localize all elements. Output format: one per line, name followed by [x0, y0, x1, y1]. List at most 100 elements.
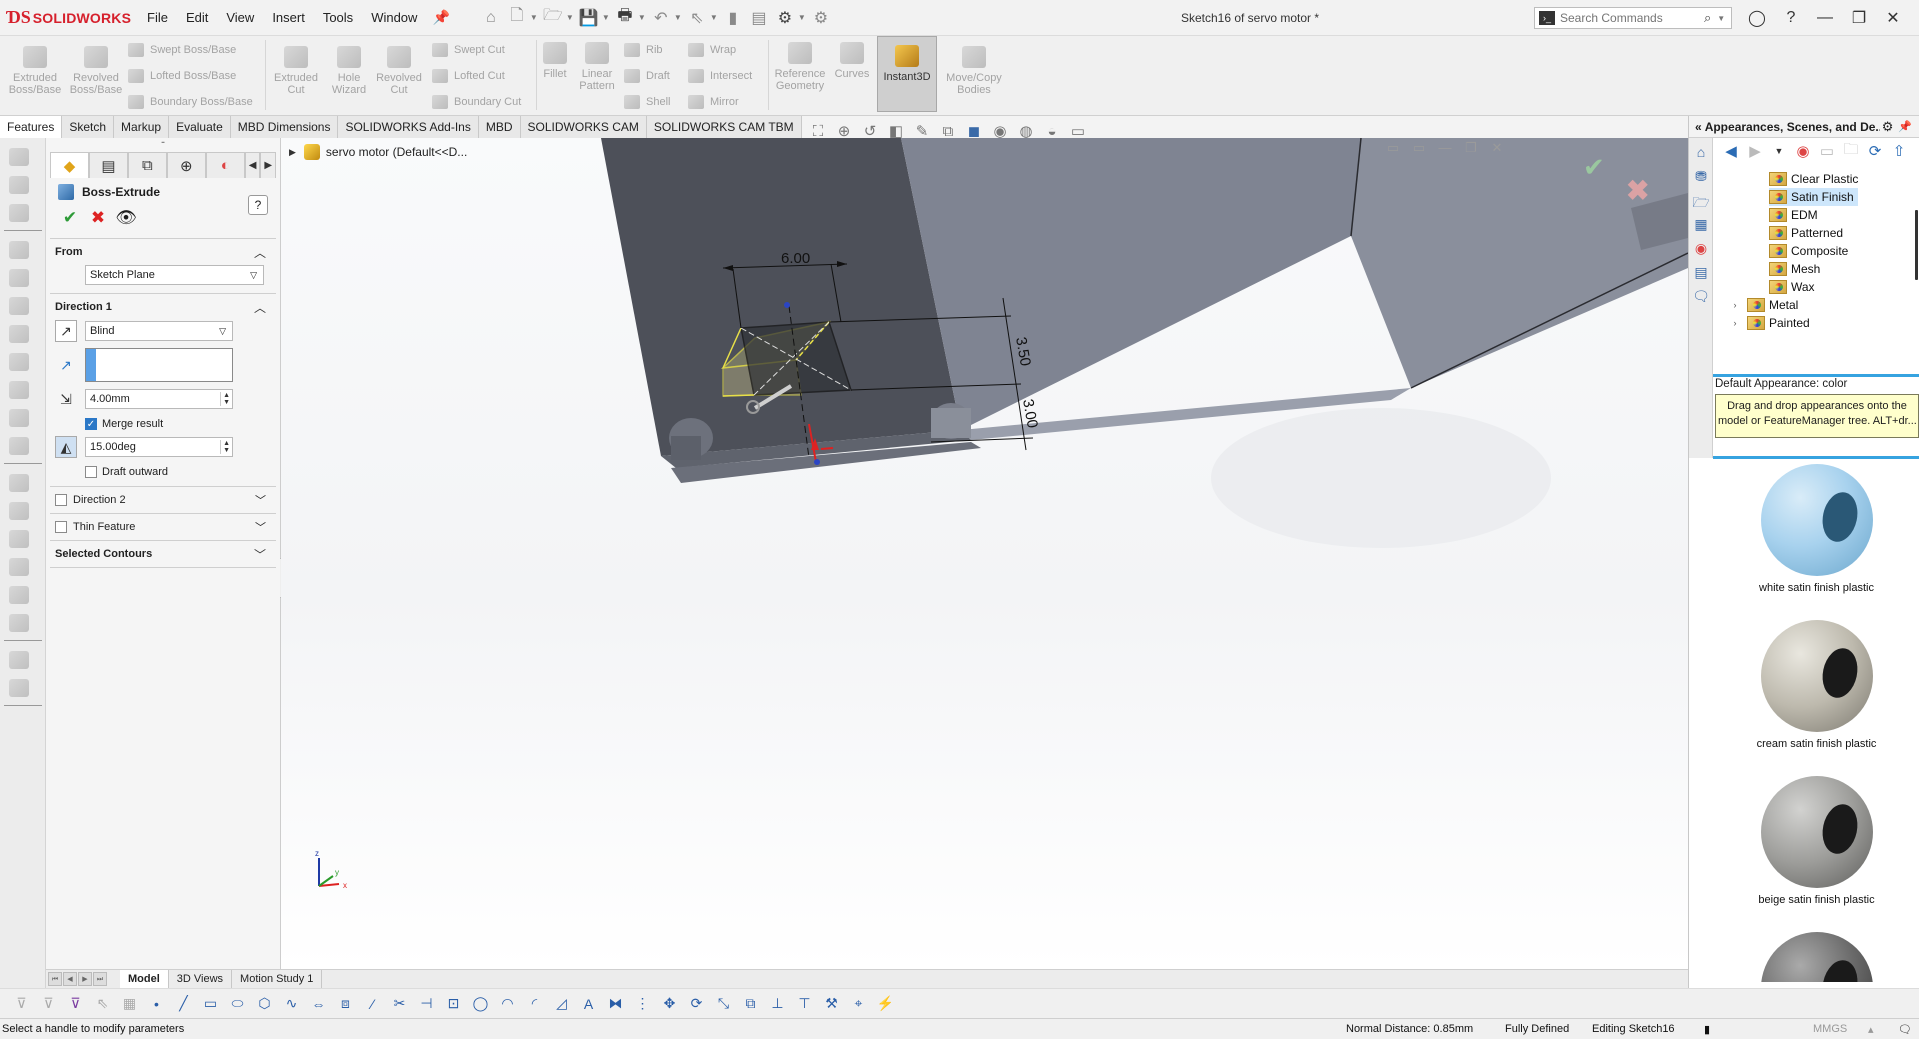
zoom-to-fit-icon[interactable]: ⛶ — [805, 123, 831, 140]
chat-icon[interactable]: 🗨 — [1898, 1023, 1912, 1036]
feature-tree-root[interactable]: ▶ servo motor (Default<<D... — [289, 144, 467, 160]
dim-width-label[interactable]: 6.00 — [781, 250, 810, 267]
convert-entities-icon[interactable]: ⊡ — [440, 994, 467, 1014]
menu-tools[interactable]: Tools — [314, 0, 362, 36]
repair-sketch-icon[interactable]: ⚒ — [818, 994, 845, 1014]
search-commands[interactable]: ›_ ⌕ ▼ — [1534, 7, 1732, 29]
mirror-strip-icon[interactable] — [9, 437, 29, 455]
new-document-icon[interactable]: 🗋 — [504, 5, 530, 31]
expand-arrow-icon[interactable]: › — [1729, 318, 1741, 328]
viewport-split-icon[interactable]: ▭ — [1380, 140, 1406, 156]
viewport-tile-icon[interactable]: ▭ — [1406, 140, 1432, 156]
swept-cut-button[interactable]: Swept Cut — [432, 40, 505, 60]
direction2-section[interactable]: Direction 2 ﹀ — [46, 487, 280, 513]
first-tab-icon[interactable]: ⏮ — [48, 972, 62, 986]
tab-markup[interactable]: Markup — [114, 116, 170, 138]
restore-button[interactable]: ❐ — [1842, 8, 1876, 28]
collapse-chevron-icon[interactable]: ︿ — [254, 299, 266, 316]
open-folder-icon[interactable]: 🗁 — [540, 5, 566, 31]
shell-button[interactable]: Shell — [624, 92, 670, 112]
wrap-strip-icon[interactable] — [9, 530, 29, 548]
forward-icon[interactable]: ▶ — [1743, 142, 1767, 160]
display-style-icon[interactable]: ◼ — [961, 122, 987, 140]
tree-scrollbar[interactable] — [1915, 210, 1918, 280]
direction2-checkbox[interactable] — [55, 494, 67, 506]
depth-spinner[interactable]: 4.00mm ▲ ▼ — [85, 389, 233, 409]
undo-icon[interactable]: ↶ — [648, 5, 674, 31]
draft-outward-checkbox[interactable]: Draft outward — [85, 466, 280, 478]
home-icon[interactable]: ⌂ — [478, 5, 504, 31]
view-palette-icon[interactable]: ▦ — [1692, 216, 1710, 234]
file-explorer-icon[interactable]: 🗁 — [1692, 192, 1710, 210]
solidworks-logo[interactable]: ƊS SOLIDWORKS — [0, 7, 138, 28]
options-gear-icon[interactable]: ⚙ — [772, 5, 798, 31]
search-input[interactable] — [1560, 11, 1700, 25]
arc-icon[interactable]: ◠ — [494, 994, 521, 1014]
intersect-strip-icon[interactable] — [9, 586, 29, 604]
close-button[interactable]: ✕ — [1876, 8, 1910, 28]
plane-strip-icon[interactable] — [9, 679, 29, 697]
extruded-boss-button[interactable]: Extruded Boss/Base — [8, 46, 62, 96]
configuration-manager-tab-icon[interactable]: ⧉ — [127, 152, 167, 178]
view-settings-icon[interactable]: ▭ — [1065, 122, 1091, 140]
polygon-icon[interactable]: ⬡ — [251, 994, 278, 1014]
tree-item-clear-plastic[interactable]: Clear Plastic — [1769, 170, 1858, 188]
swatch-partial[interactable] — [1713, 932, 1919, 982]
tab-mbd-dimensions[interactable]: MBD Dimensions — [230, 116, 339, 138]
draft-strip-icon[interactable] — [9, 474, 29, 492]
revolved-cut-button[interactable]: Revolved Cut — [374, 46, 424, 96]
rib-button[interactable]: Rib — [624, 40, 663, 60]
line-icon[interactable]: ╱ — [170, 994, 197, 1014]
confirm-corner-ok-icon[interactable]: ✔ — [1583, 152, 1605, 183]
display-manager-tab-icon[interactable]: ◐ — [205, 152, 245, 178]
units-display[interactable]: MMGS — [1813, 1023, 1847, 1035]
new-dropdown-icon[interactable]: ▼ — [530, 13, 540, 22]
sketch-icon[interactable]: ▦ — [116, 994, 143, 1014]
print-dropdown-icon[interactable]: ▼ — [638, 13, 648, 22]
expand-chevron-icon[interactable]: ﹀ — [255, 492, 266, 508]
confirm-corner-cancel-icon[interactable]: ✖ — [1626, 174, 1649, 207]
file-properties-icon[interactable]: ▤ — [746, 5, 772, 31]
checkbox-checked-icon[interactable]: ✓ — [85, 418, 97, 430]
panel-divider[interactable] — [1713, 374, 1919, 377]
open-dropdown-icon[interactable]: ▼ — [566, 13, 576, 22]
display-relations-icon[interactable]: ⊥ — [764, 994, 791, 1014]
tab-model[interactable]: Model — [120, 970, 169, 988]
tree-item-wax[interactable]: Wax — [1769, 278, 1815, 296]
end-condition-select[interactable]: Blind ▽ — [85, 321, 233, 341]
select-arrow-icon[interactable]: ⇖ — [684, 5, 710, 31]
from-section-header[interactable]: From ︿ — [46, 239, 280, 265]
prev-tab-icon[interactable]: ◀ — [63, 972, 77, 986]
lofted-cut-button[interactable]: Lofted Cut — [432, 66, 505, 86]
tree-item-painted[interactable]: › Painted — [1729, 314, 1810, 332]
quick-snaps-icon[interactable]: ⌖ — [845, 994, 872, 1014]
expand-chevron-icon[interactable]: ﹀ — [254, 546, 266, 563]
from-select[interactable]: Sketch Plane ▽ — [85, 265, 264, 285]
history-dropdown-icon[interactable]: ▼ — [1767, 146, 1791, 156]
fillet-button[interactable]: Fillet — [540, 42, 570, 80]
filter-icon[interactable]: ⊽ — [8, 994, 35, 1014]
tree-item-satin-finish[interactable]: Satin Finish — [1769, 188, 1858, 206]
last-tab-icon[interactable]: ⏭ — [93, 972, 107, 986]
swept-boss-button[interactable]: Swept Boss/Base — [128, 40, 236, 60]
rapid-sketch-icon[interactable]: ⚡ — [872, 994, 899, 1014]
help-question-icon[interactable]: ? — [248, 195, 268, 215]
rebuild-indicator-icon[interactable]: ▮ — [1704, 1023, 1710, 1036]
direction-selection-box[interactable] — [85, 348, 233, 382]
spline-icon[interactable]: ∿ — [278, 994, 305, 1014]
draft-on-off-icon[interactable]: ◭ — [55, 436, 77, 458]
tab-evaluate[interactable]: Evaluate — [169, 116, 231, 138]
draft-angle-spinner[interactable]: 15.00deg ▲ ▼ — [85, 437, 233, 457]
intersect-button[interactable]: Intersect — [688, 66, 752, 86]
cut-strip-icon[interactable] — [9, 241, 29, 259]
collapse-pane-icon[interactable]: « — [1695, 120, 1702, 134]
add-folder-icon[interactable]: 🗀 — [1839, 139, 1863, 164]
text-icon[interactable]: A — [575, 994, 602, 1014]
move-entities-icon[interactable]: ✥ — [656, 994, 683, 1014]
loft-cut-strip-icon[interactable] — [9, 353, 29, 371]
property-manager-tab-icon[interactable]: ▤ — [88, 152, 128, 178]
zoom-area-icon[interactable]: ⊕ — [831, 122, 857, 140]
cancel-x-icon[interactable]: ✖ — [84, 208, 112, 228]
menu-insert[interactable]: Insert — [263, 0, 314, 36]
search-icon[interactable]: ⌕ — [1704, 10, 1711, 26]
